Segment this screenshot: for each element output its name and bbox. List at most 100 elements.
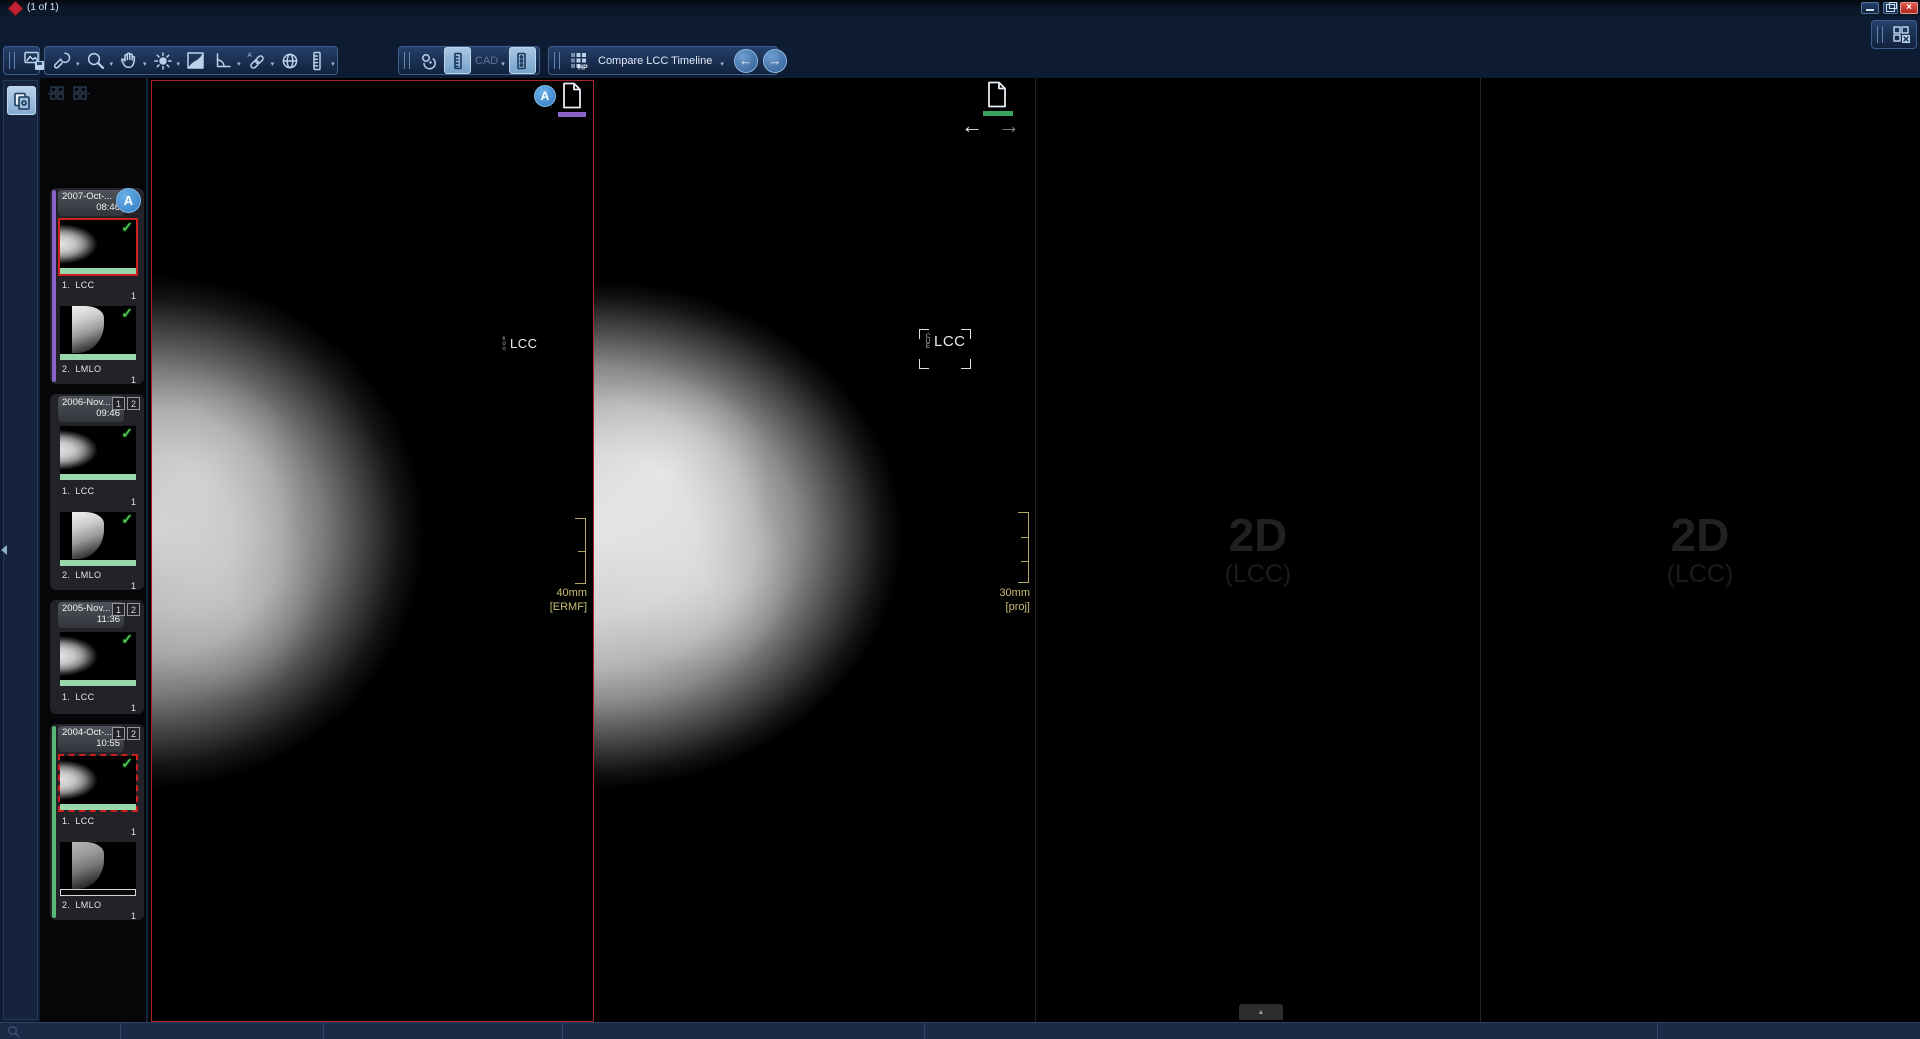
- progress-bar: [60, 354, 136, 360]
- next-step-button[interactable]: →: [763, 49, 787, 73]
- thumbnail-label: 2.LMLO: [62, 364, 101, 374]
- thumbnail-lcc[interactable]: ✓: [60, 426, 136, 480]
- orientation-tool-button[interactable]: [50, 49, 74, 73]
- mammogram-image-prior[interactable]: [152, 270, 430, 794]
- angle-tool-button[interactable]: [211, 49, 235, 73]
- toolbar-hanging-protocol-group: HP Compare LCC Timeline ▾ ← →: [548, 46, 778, 75]
- check-icon: ✓: [121, 756, 133, 770]
- hanging-protocol-name[interactable]: Compare LCC Timeline: [598, 55, 712, 67]
- pan-dropdown-caret[interactable]: ▾: [143, 60, 147, 68]
- window-title: (1 of 1): [27, 2, 59, 13]
- restore-button[interactable]: [1883, 2, 1898, 14]
- link-dropdown-caret[interactable]: ▾: [271, 60, 275, 68]
- window-level-tool-button[interactable]: [151, 49, 175, 73]
- cad-label[interactable]: CAD: [475, 55, 498, 67]
- thumbnail-lcc[interactable]: ✓: [60, 220, 136, 274]
- toolbar-cad-group: CAD ▾: [398, 46, 540, 75]
- view-marker-side-text: koo: [500, 336, 507, 351]
- scale-mode: [proj]: [968, 601, 1030, 613]
- window-level-dropdown-caret[interactable]: ▾: [177, 60, 181, 68]
- magnify-tool-button[interactable]: [84, 49, 108, 73]
- svg-text:A: A: [247, 52, 252, 59]
- study-group-4: 2004-Oct-... 10:55 12 ✓ 1.LCC 1 2.LMLO: [50, 724, 144, 920]
- mammogram-image-current[interactable]: [594, 276, 908, 794]
- cad-dropdown-caret[interactable]: ▾: [501, 60, 505, 68]
- ruler-tool-button[interactable]: [305, 49, 329, 73]
- close-layout-button[interactable]: [1890, 23, 1914, 47]
- document-icon[interactable]: [561, 82, 583, 114]
- thumbnail-label: 2.LMLO: [62, 900, 101, 910]
- overlay-scale-button-1[interactable]: [444, 47, 471, 74]
- toolbar-grip[interactable]: [1877, 26, 1883, 43]
- viewport-2[interactable]: ← → CUE LCC 30mm [proj] ▲: [593, 78, 1035, 1022]
- check-icon: ✓: [121, 512, 133, 526]
- cue-marker: CUE LCC: [919, 329, 971, 369]
- thumbnail-count: 1: [60, 497, 136, 507]
- layout-number-badges[interactable]: 12: [112, 603, 140, 616]
- status-separator: [120, 1023, 121, 1039]
- status-bar: [0, 1022, 1920, 1039]
- progress-bar: [60, 474, 136, 480]
- overlay-scale-button-2[interactable]: [509, 47, 536, 74]
- mammo-navigator-button[interactable]: [278, 49, 302, 73]
- layout-number-badges[interactable]: 12: [112, 727, 140, 740]
- cad-breast-button[interactable]: [417, 49, 441, 73]
- status-separator: [562, 1023, 563, 1039]
- study-accent-bar: [52, 726, 56, 918]
- thumbnail-count: 1: [60, 827, 136, 837]
- toolbar-grip[interactable]: [554, 52, 560, 69]
- thumbnail-lmlo[interactable]: [60, 842, 136, 896]
- toolbar-layout-group: [1871, 20, 1917, 49]
- hanging-protocol-grid-icon[interactable]: HP: [567, 49, 591, 73]
- close-button[interactable]: ×: [1900, 2, 1918, 14]
- collapse-panel-arrow[interactable]: [1, 545, 7, 555]
- toolbar-grip[interactable]: [404, 52, 410, 69]
- progress-bar-empty: [60, 889, 136, 896]
- left-strip-panel: [3, 80, 38, 1020]
- thumbnail-label: 1.LCC: [62, 486, 95, 496]
- thumbnail-lcc[interactable]: ✓: [60, 756, 136, 810]
- thumbnail-lmlo[interactable]: ✓: [60, 306, 136, 360]
- pan-tool-button[interactable]: [117, 49, 141, 73]
- viewport-4[interactable]: 2D (LCC): [1480, 78, 1920, 1022]
- magnify-dropdown-caret[interactable]: ▾: [110, 60, 114, 68]
- thumbnail-lmlo[interactable]: ✓: [60, 512, 136, 566]
- thumbnail-count: 1: [60, 911, 136, 921]
- thumbnail-count: 1: [60, 291, 136, 301]
- pull-up-tab[interactable]: ▲: [1239, 1004, 1283, 1020]
- previous-step-button[interactable]: ←: [734, 49, 758, 73]
- thumbnail-image: [60, 842, 136, 890]
- export-image-button[interactable]: [22, 49, 46, 73]
- placeholder-2d: 2D: [1620, 508, 1780, 562]
- status-separator: [323, 1023, 324, 1039]
- thumbnail-lcc[interactable]: ✓: [60, 632, 136, 686]
- layout-grid-icon-right[interactable]: [70, 84, 91, 103]
- study-header[interactable]: 2007-Oct-... 08:46: [58, 190, 124, 216]
- progress-bar: [60, 680, 136, 686]
- viewport-3[interactable]: 2D (LCC): [1035, 78, 1480, 1022]
- scale-ruler: [575, 518, 586, 584]
- ruler-dropdown-caret[interactable]: ▾: [331, 60, 335, 68]
- orientation-dropdown-caret[interactable]: ▾: [76, 60, 80, 68]
- layout-number-badges[interactable]: 12: [112, 397, 140, 410]
- view-label: LCC: [510, 336, 538, 351]
- next-image-arrow[interactable]: →: [998, 115, 1020, 137]
- document-icon[interactable]: [986, 81, 1008, 113]
- scale-ruler: [1018, 512, 1029, 583]
- invert-tool-button[interactable]: [184, 49, 208, 73]
- study-group-1: 2007-Oct-... 08:46 A ✓ 1.LCC 1 ✓ 2.LMLO …: [50, 188, 144, 384]
- toolbar-grip[interactable]: [9, 52, 15, 69]
- study-group-3: 2005-Nov... 11:36 12 ✓ 1.LCC 1: [50, 600, 144, 714]
- angle-dropdown-caret[interactable]: ▾: [237, 60, 241, 68]
- hanging-protocol-caret[interactable]: ▾: [720, 60, 724, 68]
- link-tool-button[interactable]: A: [245, 49, 269, 73]
- viewport-1[interactable]: A koo LCC 40mm [ERMF]: [148, 78, 593, 1022]
- toolbar-tools-group: ▾ ▾ ▾ ▾ ▾: [44, 46, 338, 75]
- prior-image-arrow[interactable]: ←: [961, 115, 983, 137]
- thumbnail-label: 2.LMLO: [62, 570, 101, 580]
- study-time: 08:46: [62, 202, 120, 213]
- minimize-button[interactable]: [1861, 2, 1879, 14]
- layout-grid-icon-left[interactable]: [46, 84, 67, 103]
- placeholder-2d: 2D: [1178, 508, 1338, 562]
- patient-browser-toggle-button[interactable]: [7, 86, 36, 115]
